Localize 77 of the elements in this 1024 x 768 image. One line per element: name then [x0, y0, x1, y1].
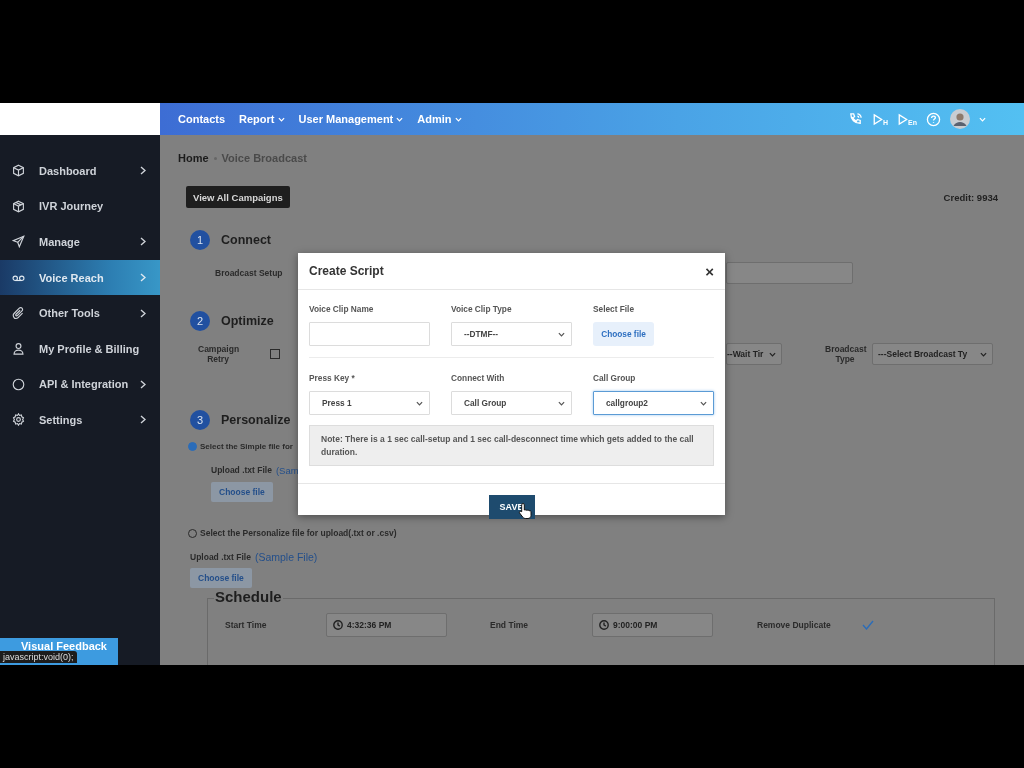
option-label: Select the Personalize file for upload(.txt or .csv): [200, 528, 397, 538]
sidebar-item[interactable]: IVR Journey: [0, 188, 160, 225]
field-label: Remove Duplicate: [757, 620, 832, 630]
step-number: 3: [190, 410, 210, 430]
option-label: Select the Simple file for: [200, 441, 293, 451]
time-field[interactable]: 4:32:36 PM: [326, 613, 447, 637]
circle-icon: [12, 377, 25, 391]
clock-icon: [333, 620, 343, 630]
credit-balance: Credit: 9934: [943, 191, 998, 203]
select-field[interactable]: callgroup2: [593, 391, 714, 415]
step-title: Optimize: [221, 314, 274, 328]
field-label: Upload .txt File: [190, 552, 251, 562]
sidebar-item[interactable]: Other Tools: [0, 295, 160, 331]
checkbox[interactable]: [270, 349, 280, 359]
chevron-down-icon: [558, 331, 565, 337]
radio-button[interactable]: [188, 441, 197, 451]
field-label: Select File: [593, 303, 636, 315]
breadcrumb-link[interactable]: Home: [178, 152, 209, 164]
field-label: Broadcast Setup: [215, 268, 283, 278]
chevron-down-icon: [558, 400, 565, 406]
field-label: Start Time: [225, 620, 268, 630]
step-number: 2: [190, 311, 210, 331]
field-label: Voice Clip Type: [451, 303, 513, 315]
sidebar-item[interactable]: My Profile & Billing: [0, 330, 160, 367]
user-icon: [12, 342, 25, 356]
phone-icon[interactable]: [848, 111, 863, 127]
caret-icon[interactable]: [979, 116, 986, 122]
select-field[interactable]: Press 1: [309, 391, 430, 415]
field-label: Press Key *: [309, 372, 356, 384]
time-field[interactable]: 9:00:00 PM: [592, 613, 713, 637]
nav-menu-item[interactable]: Admin: [417, 113, 462, 125]
status-url-tooltip: javascript:void(0);: [0, 651, 77, 663]
chevron-down-icon: [769, 351, 776, 357]
avatar-icon[interactable]: [950, 109, 970, 129]
view-all-campaigns-button[interactable]: View All Campaigns: [186, 186, 290, 208]
nav-menu-item[interactable]: Contacts: [178, 113, 226, 125]
choose-file-button[interactable]: Choose file: [190, 568, 252, 588]
close-button[interactable]: ×: [705, 263, 714, 279]
paperclip-icon: [12, 306, 25, 320]
field-label: Broadcast Type: [825, 344, 865, 364]
clock-icon: [599, 620, 609, 630]
select-field[interactable]: --DTMF--: [451, 322, 572, 346]
chevron-down-icon: [416, 400, 423, 406]
section-title: Schedule: [214, 588, 283, 605]
field-label: End Time: [490, 620, 530, 630]
choose-file-button[interactable]: Choose file: [211, 482, 273, 502]
step-title: Personalize: [221, 413, 291, 427]
dialog-title: Create Script: [309, 264, 384, 278]
field-label: Connect With: [451, 372, 506, 384]
text-input[interactable]: [309, 322, 430, 346]
field-label: Campaign Retry: [198, 344, 238, 364]
sidebar-item[interactable]: Voice Reach: [0, 259, 160, 296]
select-field[interactable]: ---Select Broadcast Ty: [872, 343, 993, 365]
sidebar-item[interactable]: Settings: [0, 402, 160, 438]
note-message: Note: There is a 1 sec call-setup and 1 sec call-desconnect time which gets added to the call duration.: [309, 425, 714, 466]
nav-menu-item[interactable]: Report: [239, 113, 285, 125]
checkmark-icon[interactable]: [862, 620, 874, 630]
choose-file-button[interactable]: Choose file: [593, 322, 654, 346]
select-field[interactable]: --Wait Tir: [726, 343, 782, 365]
field-label: Upload .txt File: [211, 465, 272, 475]
cube-icon: [12, 164, 25, 178]
help-icon[interactable]: [926, 111, 941, 127]
sidebar-item[interactable]: Manage: [0, 224, 160, 260]
sidebar-item[interactable]: Dashboard: [0, 153, 160, 189]
text-field[interactable]: [726, 262, 853, 284]
box-icon: [12, 199, 25, 213]
chevron-down-icon: [700, 400, 707, 406]
select-field[interactable]: Call Group: [451, 391, 572, 415]
field-label: Call Group: [593, 372, 637, 384]
step-title: Connect: [221, 233, 271, 247]
field-label: Voice Clip Name: [309, 303, 375, 315]
sidebar-item[interactable]: API & Integration: [0, 366, 160, 403]
nav-menu-item[interactable]: User Management: [298, 113, 404, 125]
step-number: 1: [190, 230, 210, 250]
paper-plane-icon: [12, 235, 25, 249]
settings-icon: [12, 413, 25, 427]
chevron-down-icon: [980, 351, 987, 357]
